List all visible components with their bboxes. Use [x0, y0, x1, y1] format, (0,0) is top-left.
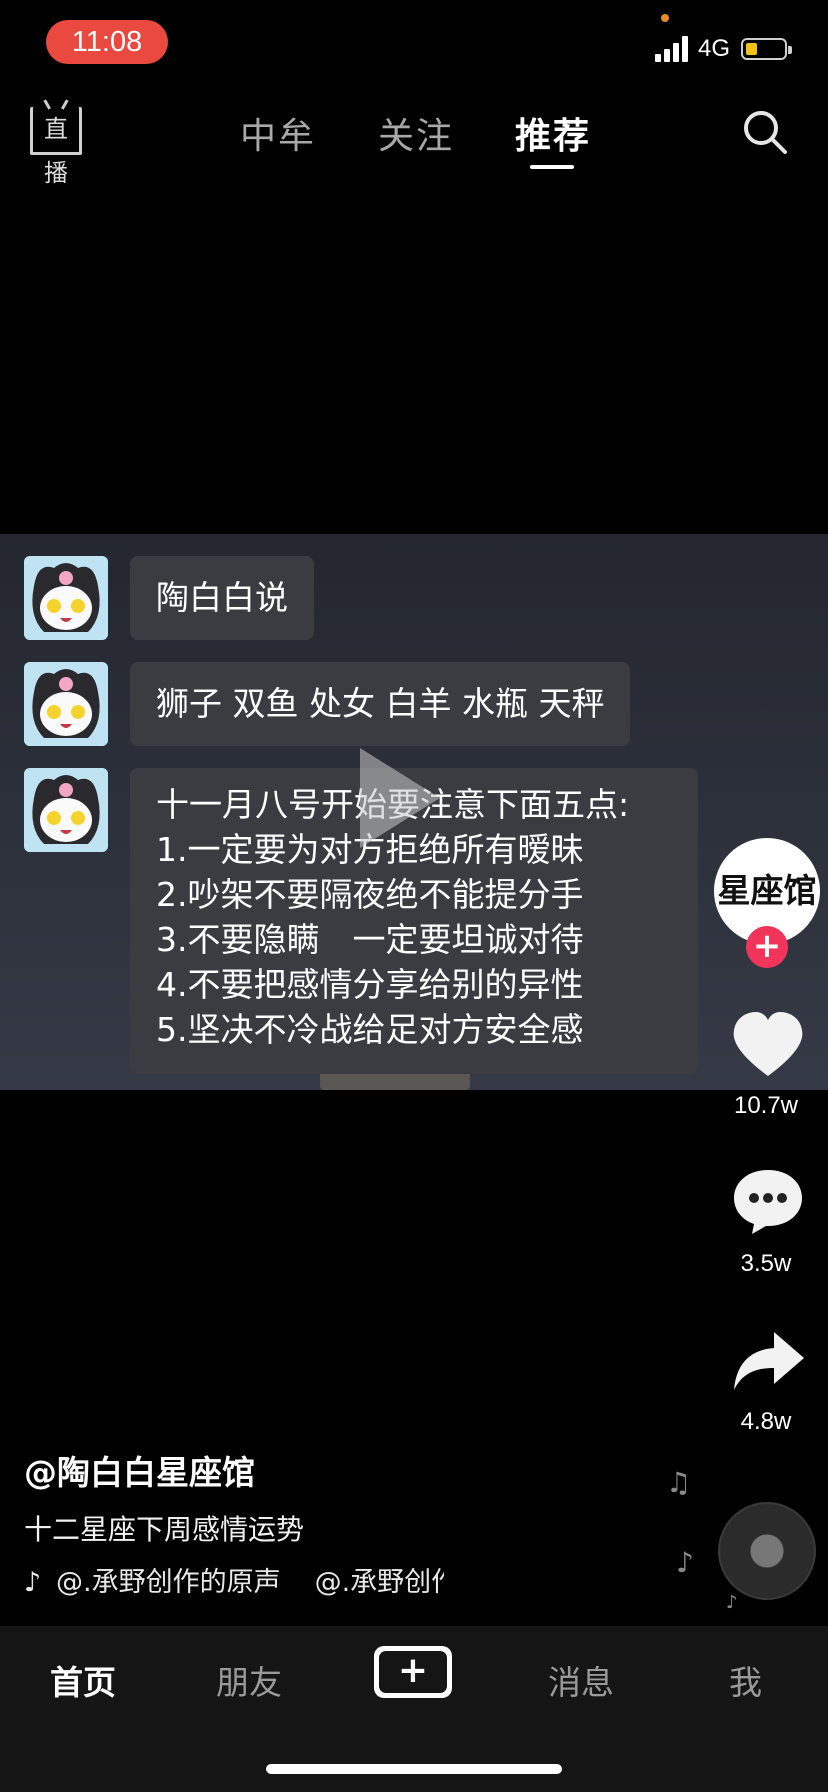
tab-messages[interactable]: 消息 [548, 1656, 614, 1704]
status-bar: 11:08 4G [0, 0, 828, 90]
plus-icon: + [379, 1651, 447, 1693]
avatar [24, 768, 108, 852]
author-handle[interactable]: @陶白白星座馆 [24, 1446, 255, 1494]
video-description: 十二星座下周感情运势 [24, 1513, 305, 1546]
avatar [24, 556, 108, 640]
tab-local[interactable]: 中牟 [240, 107, 316, 159]
message-line: 4.不要把感情分享给别的异性 [156, 965, 584, 1004]
tab-following[interactable]: 关注 [378, 107, 454, 159]
floating-note-icon: ♫ [666, 1466, 692, 1499]
battery-level [746, 43, 757, 55]
tab-friends[interactable]: 朋友 [216, 1656, 282, 1704]
play-icon[interactable] [360, 748, 440, 848]
live-tv-icon[interactable]: 直播 [30, 107, 82, 187]
create-button[interactable]: + [369, 1646, 457, 1698]
search-icon[interactable] [742, 109, 788, 155]
home-indicator [266, 1764, 562, 1774]
active-tab-indicator [530, 165, 574, 169]
status-time: 11:08 [46, 20, 168, 64]
share-icon[interactable] [730, 1328, 806, 1398]
music-marquee[interactable]: ♪ @.承野创作的原声 @.承野创作的原声 [24, 1560, 444, 1596]
music-disc[interactable] [718, 1502, 816, 1600]
message-bubble: 陶白白说 [130, 556, 314, 640]
comment-icon[interactable] [730, 1166, 806, 1236]
tab-me[interactable]: 我 [729, 1656, 762, 1704]
heart-icon[interactable] [730, 1010, 806, 1080]
tab-home[interactable]: 首页 [50, 1656, 116, 1704]
avatar [24, 662, 108, 746]
floating-note-icon: ♪ [726, 1592, 738, 1613]
message-line: 5.坚决不冷战给足对方安全感 [156, 1010, 584, 1049]
signal-strength-icon [655, 36, 689, 62]
tab-recommended[interactable]: 推荐 [515, 107, 591, 159]
like-count: 10.7w [733, 1092, 799, 1119]
music-track: @.承野创作的原声 [56, 1567, 281, 1596]
follow-button[interactable]: + [746, 926, 788, 968]
battery-icon [741, 38, 792, 60]
message-bubble: 狮子 双鱼 处女 白羊 水瓶 天秤 [130, 662, 631, 746]
network-type: 4G [698, 35, 731, 62]
music-note-icon: ♪ [24, 1567, 42, 1596]
top-nav: 直播 中牟 关注 推荐 [0, 95, 828, 187]
comment-count: 3.5w [740, 1250, 792, 1277]
music-track-repeat: @.承野创作的原声 [314, 1567, 444, 1596]
message-line: 2.吵架不要隔夜绝不能提分手 [156, 875, 584, 914]
floating-note-icon: ♪ [676, 1546, 694, 1579]
share-count: 4.8w [740, 1408, 792, 1435]
privacy-indicator-dot [661, 14, 669, 22]
message-line: 3.不要隐瞒 一定要坦诚对待 [156, 920, 584, 959]
